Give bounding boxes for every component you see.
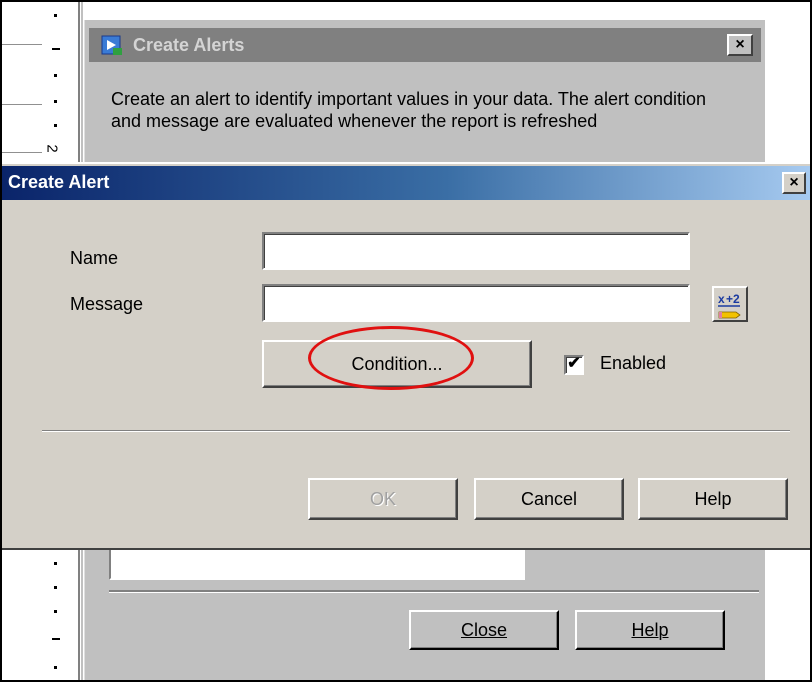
message-field[interactable] [262, 284, 690, 322]
name-input[interactable] [264, 234, 688, 268]
name-field[interactable] [262, 232, 690, 270]
ruler-number: 2 [43, 144, 61, 153]
svg-text:x: x [718, 292, 725, 306]
dialog-divider [42, 430, 790, 432]
insert-formula-button[interactable]: x + 2 [712, 286, 748, 322]
background-help-button[interactable]: Help [575, 610, 725, 650]
ok-button[interactable]: OK [308, 478, 458, 520]
formula-icon: x + 2 [718, 292, 741, 319]
close-button[interactable]: Close [409, 610, 559, 650]
create-alerts-title: Create Alerts [133, 35, 245, 55]
divider [109, 590, 759, 593]
name-label: Name [70, 248, 119, 268]
enabled-checkbox[interactable]: ✔ [564, 355, 584, 375]
message-label: Message [70, 294, 144, 314]
help-button[interactable]: Help [638, 478, 788, 520]
create-alerts-close-icon[interactable]: × [727, 34, 753, 56]
message-input[interactable] [264, 286, 688, 320]
create-alert-dialog: Create Alert × Name Message x + 2 Condit… [2, 162, 810, 550]
create-alert-titlebar: Create Alert × [2, 166, 810, 200]
screenshot-frame: 2 Create Alerts × Create an alert to ide… [0, 0, 812, 682]
close-button-label: Close [460, 619, 508, 640]
cancel-button[interactable]: Cancel [474, 478, 624, 520]
report-icon [101, 35, 122, 55]
create-alerts-description: Create an alert to identify important va… [111, 89, 707, 131]
svg-text:+: + [726, 292, 733, 306]
svg-text:2: 2 [733, 292, 740, 306]
background-help-label: Help [631, 619, 669, 640]
create-alert-close-icon[interactable]: × [782, 172, 806, 194]
create-alert-title: Create Alert [8, 172, 110, 192]
enabled-label: Enabled [600, 353, 667, 373]
create-alerts-titlebar: Create Alerts × [89, 28, 761, 62]
condition-button[interactable]: Condition... [262, 340, 532, 388]
